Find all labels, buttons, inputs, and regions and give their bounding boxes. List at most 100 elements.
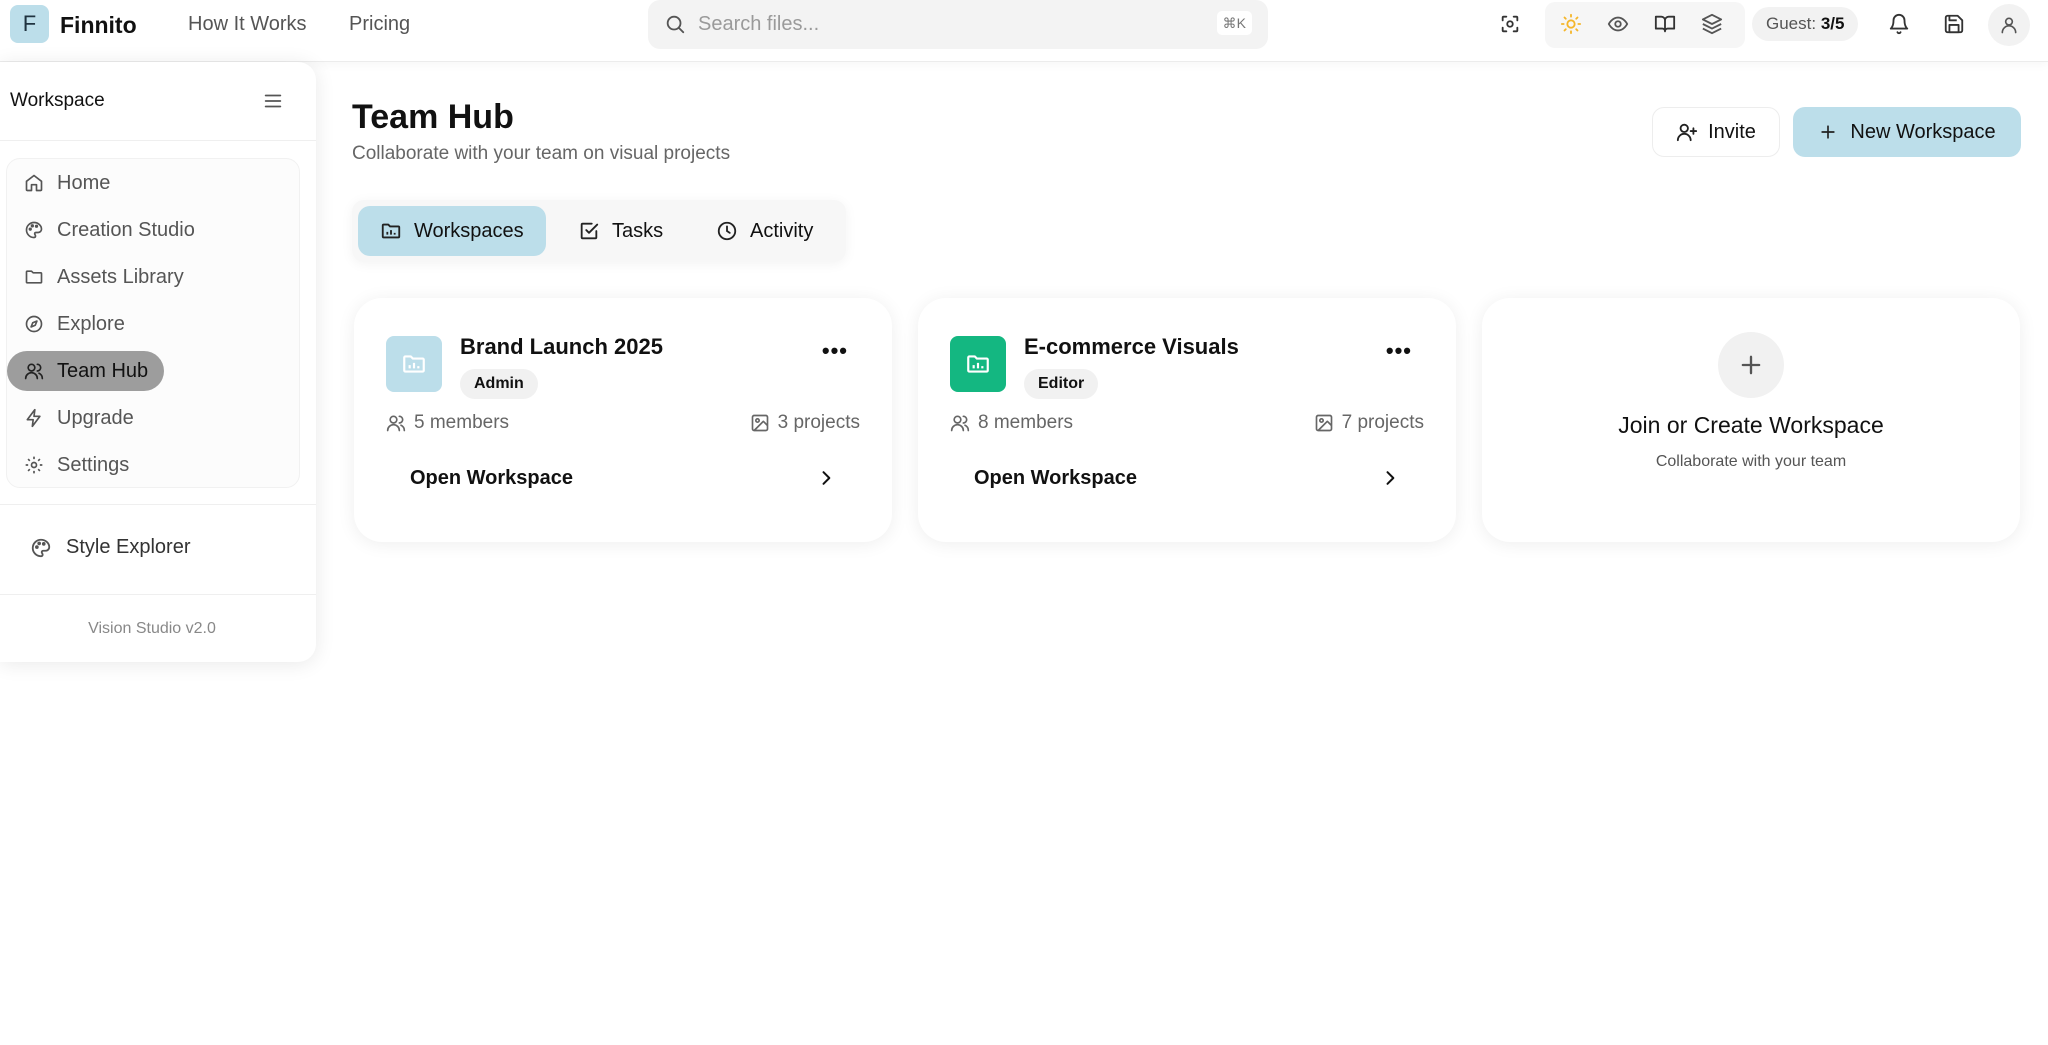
workspace-projects: 3 projects bbox=[750, 412, 860, 434]
nav-pricing[interactable]: Pricing bbox=[349, 13, 410, 36]
workspace-projects: 7 projects bbox=[1314, 412, 1424, 434]
logo-badge[interactable]: F bbox=[10, 5, 49, 43]
workspace-members: 5 members bbox=[386, 412, 509, 434]
role-badge: Admin bbox=[460, 369, 538, 399]
eye-icon[interactable] bbox=[1606, 12, 1630, 36]
check-square-icon bbox=[578, 220, 600, 242]
top-bar: F Finnito How It Works Pricing Search fi… bbox=[0, 0, 2048, 62]
sidebar-title: Workspace bbox=[10, 90, 105, 111]
new-workspace-button[interactable]: New Workspace bbox=[1793, 107, 2021, 157]
join-title: Join or Create Workspace bbox=[1618, 412, 1884, 438]
book-icon[interactable] bbox=[1653, 12, 1677, 36]
join-subtitle: Collaborate with your team bbox=[1655, 453, 1847, 470]
invite-button[interactable]: Invite bbox=[1652, 107, 1780, 157]
page-subtitle: Collaborate with your team on visual pro… bbox=[352, 143, 731, 164]
user-avatar-button[interactable] bbox=[1988, 4, 2030, 46]
projects-count: 3 projects bbox=[777, 412, 860, 433]
search-shortcut: ⌘K bbox=[1216, 11, 1252, 35]
sidebar-divider bbox=[0, 140, 316, 141]
sidebar-item-label: Team Hub bbox=[57, 359, 149, 382]
sidebar-item-home[interactable]: Home bbox=[7, 163, 126, 203]
layers-icon[interactable] bbox=[1700, 12, 1724, 36]
role-badge: Editor bbox=[1024, 369, 1099, 399]
plus-icon bbox=[1718, 332, 1784, 398]
workspace-name: Brand Launch 2025 bbox=[460, 334, 663, 359]
members-count: 8 members bbox=[978, 412, 1074, 433]
chevron-right-icon[interactable] bbox=[1380, 468, 1400, 488]
open-workspace-button[interactable]: Open Workspace bbox=[974, 467, 1137, 490]
workspace-card: E-commerce Visuals Editor ••• 8 members … bbox=[918, 298, 1456, 542]
gear-icon bbox=[23, 454, 45, 476]
projects-count: 7 projects bbox=[1341, 412, 1424, 433]
tab-label: Tasks bbox=[612, 219, 664, 242]
more-options-icon[interactable]: ••• bbox=[1386, 338, 1412, 364]
compass-icon bbox=[23, 313, 45, 335]
zap-icon bbox=[23, 407, 45, 429]
invite-label: Invite bbox=[1708, 120, 1756, 143]
sidebar-item-label: Creation Studio bbox=[57, 218, 195, 241]
bell-icon[interactable] bbox=[1887, 12, 1911, 36]
brand-name[interactable]: Finnito bbox=[60, 12, 137, 39]
sidebar-item-creation-studio[interactable]: Creation Studio bbox=[7, 210, 211, 250]
search-icon bbox=[664, 13, 686, 35]
user-plus-icon bbox=[1676, 121, 1698, 143]
page-title: Team Hub bbox=[352, 98, 514, 136]
sidebar-item-upgrade[interactable]: Upgrade bbox=[7, 398, 150, 438]
version-label: Vision Studio v2.0 bbox=[88, 620, 216, 637]
folder-icon bbox=[23, 266, 45, 288]
sidebar-divider bbox=[0, 594, 316, 595]
menu-icon[interactable] bbox=[262, 90, 284, 112]
image-icon bbox=[750, 413, 770, 433]
more-options-icon[interactable]: ••• bbox=[822, 338, 848, 364]
clock-icon bbox=[716, 220, 738, 242]
search-input[interactable]: Search files... bbox=[698, 13, 819, 36]
sidebar-item-label: Settings bbox=[57, 453, 130, 476]
plus-icon bbox=[1818, 122, 1838, 142]
workspace-members: 8 members bbox=[950, 412, 1073, 434]
home-icon bbox=[23, 172, 45, 194]
tab-label: Workspaces bbox=[414, 219, 524, 242]
guest-value: 3/5 bbox=[1820, 14, 1845, 33]
palette-icon bbox=[30, 537, 52, 559]
guest-quota: Guest: 3/5 bbox=[1752, 7, 1859, 41]
save-icon[interactable] bbox=[1942, 12, 1966, 36]
sidebar-item-settings[interactable]: Settings bbox=[7, 445, 145, 485]
tab-label: Activity bbox=[750, 219, 814, 242]
sidebar-item-label: Explore bbox=[57, 312, 125, 335]
join-create-workspace-card[interactable]: Join or Create Workspace Collaborate wit… bbox=[1482, 298, 2020, 542]
sidebar: Workspace Home Creation Studio Assets Li… bbox=[0, 62, 316, 662]
sidebar-item-explore[interactable]: Explore bbox=[7, 304, 141, 344]
tab-bar: Workspaces Tasks Activity bbox=[352, 200, 846, 262]
users-icon bbox=[23, 360, 45, 382]
image-icon bbox=[1314, 413, 1334, 433]
chevron-right-icon[interactable] bbox=[816, 468, 836, 488]
style-explorer-link[interactable]: Style Explorer bbox=[30, 536, 191, 559]
folder-chart-icon bbox=[380, 220, 402, 242]
sidebar-item-assets-library[interactable]: Assets Library bbox=[7, 257, 200, 297]
new-workspace-label: New Workspace bbox=[1850, 120, 1996, 143]
focus-scan-icon[interactable] bbox=[1498, 12, 1522, 36]
palette-icon bbox=[23, 219, 45, 241]
workspace-folder-icon bbox=[950, 336, 1006, 392]
sidebar-item-label: Home bbox=[57, 171, 111, 194]
guest-label: Guest: bbox=[1766, 14, 1817, 33]
sidebar-item-label: Upgrade bbox=[57, 406, 134, 429]
workspace-folder-icon bbox=[386, 336, 442, 392]
tab-activity[interactable]: Activity bbox=[694, 206, 835, 256]
workspace-name: E-commerce Visuals bbox=[1024, 334, 1239, 359]
sidebar-divider bbox=[0, 504, 316, 505]
sidebar-item-label: Assets Library bbox=[57, 265, 184, 288]
users-icon bbox=[950, 413, 970, 433]
members-count: 5 members bbox=[414, 412, 510, 433]
search-bar[interactable]: Search files... ⌘K bbox=[648, 0, 1268, 49]
workspace-card: Brand Launch 2025 Admin ••• 5 members 3 … bbox=[354, 298, 892, 542]
tab-workspaces[interactable]: Workspaces bbox=[358, 206, 546, 256]
user-icon bbox=[1999, 15, 2019, 35]
nav-how-it-works[interactable]: How It Works bbox=[188, 13, 307, 36]
sun-icon[interactable] bbox=[1559, 12, 1583, 36]
open-workspace-button[interactable]: Open Workspace bbox=[410, 467, 573, 490]
sidebar-item-team-hub[interactable]: Team Hub bbox=[7, 351, 165, 391]
style-explorer-label: Style Explorer bbox=[66, 536, 191, 558]
tab-tasks[interactable]: Tasks bbox=[556, 206, 685, 256]
sidebar-nav: Home Creation Studio Assets Library Expl… bbox=[6, 158, 300, 488]
